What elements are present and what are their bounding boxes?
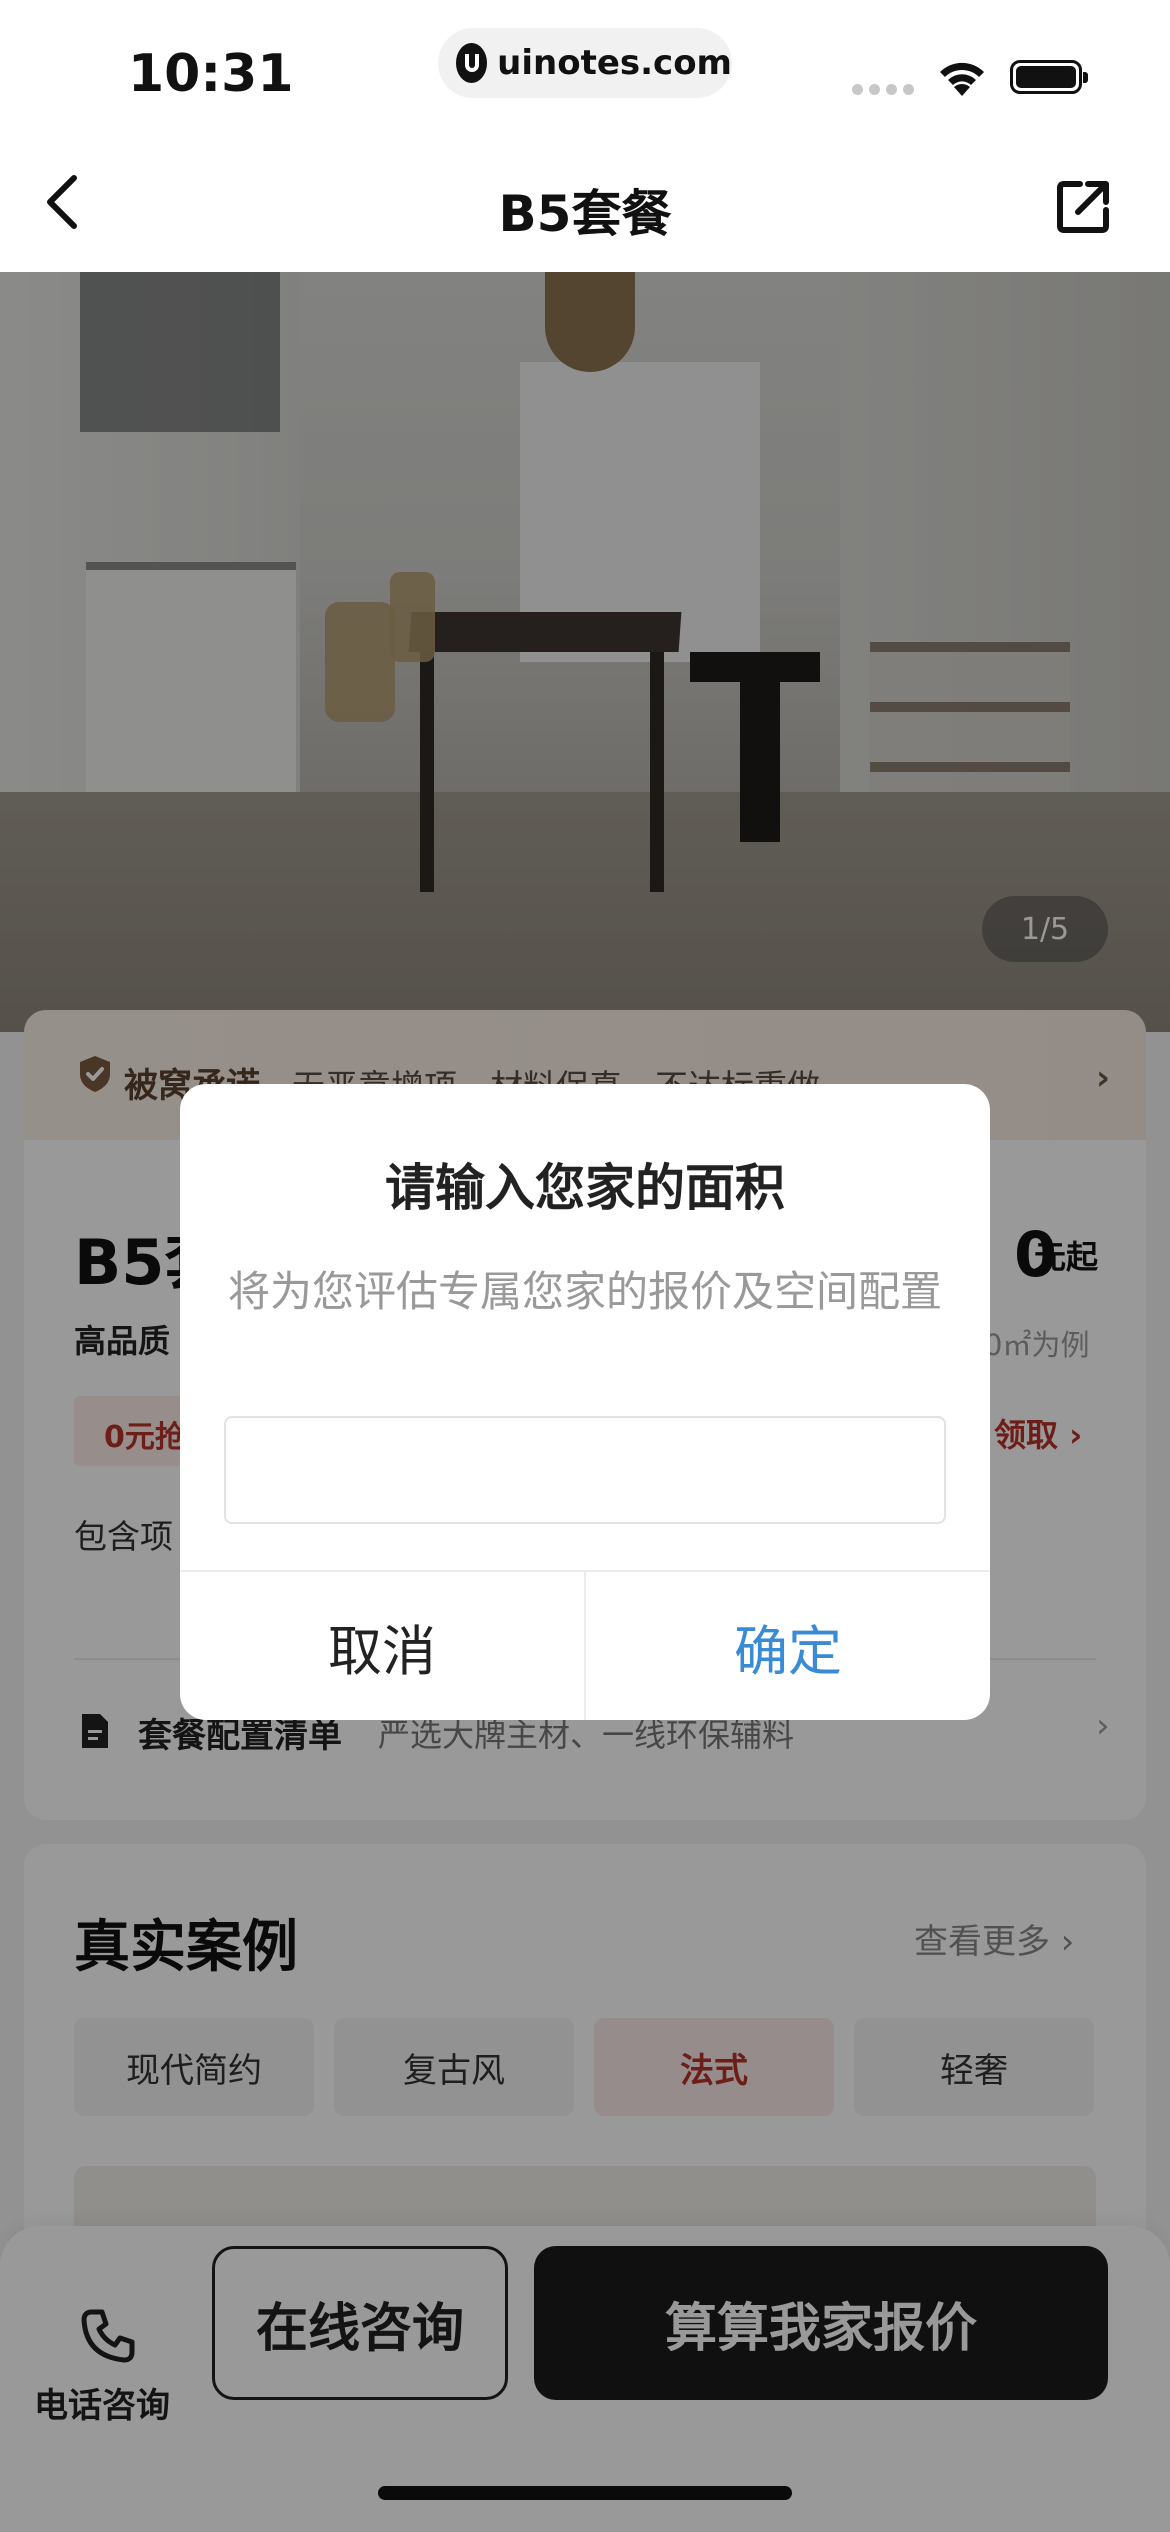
- page-title: B5套餐: [498, 185, 672, 243]
- battery-icon: [1010, 60, 1088, 94]
- share-icon[interactable]: [1056, 178, 1112, 234]
- wifi-icon: [940, 62, 984, 96]
- dialog-message: 将为您评估专属您家的报价及空间配置: [227, 1267, 942, 1316]
- area-input[interactable]: [224, 1416, 946, 1524]
- url-text: uinotes.com: [497, 43, 732, 83]
- status-bar: 10:31 uinotes.com: [0, 0, 1170, 130]
- status-time: 10:31: [128, 44, 294, 104]
- dialog-title: 请输入您家的面积: [385, 1159, 785, 1217]
- nav-bar: B5套餐: [0, 130, 1170, 272]
- dialog-actions: 取消 确定: [180, 1570, 990, 1720]
- cancel-button[interactable]: 取消: [180, 1572, 586, 1720]
- cellular-signal-icon: [852, 84, 914, 95]
- area-input-dialog: 请输入您家的面积 将为您评估专属您家的报价及空间配置 取消 确定: [180, 1084, 990, 1720]
- url-pill[interactable]: uinotes.com: [438, 28, 732, 98]
- confirm-button[interactable]: 确定: [586, 1572, 990, 1720]
- site-logo-icon: [456, 43, 488, 83]
